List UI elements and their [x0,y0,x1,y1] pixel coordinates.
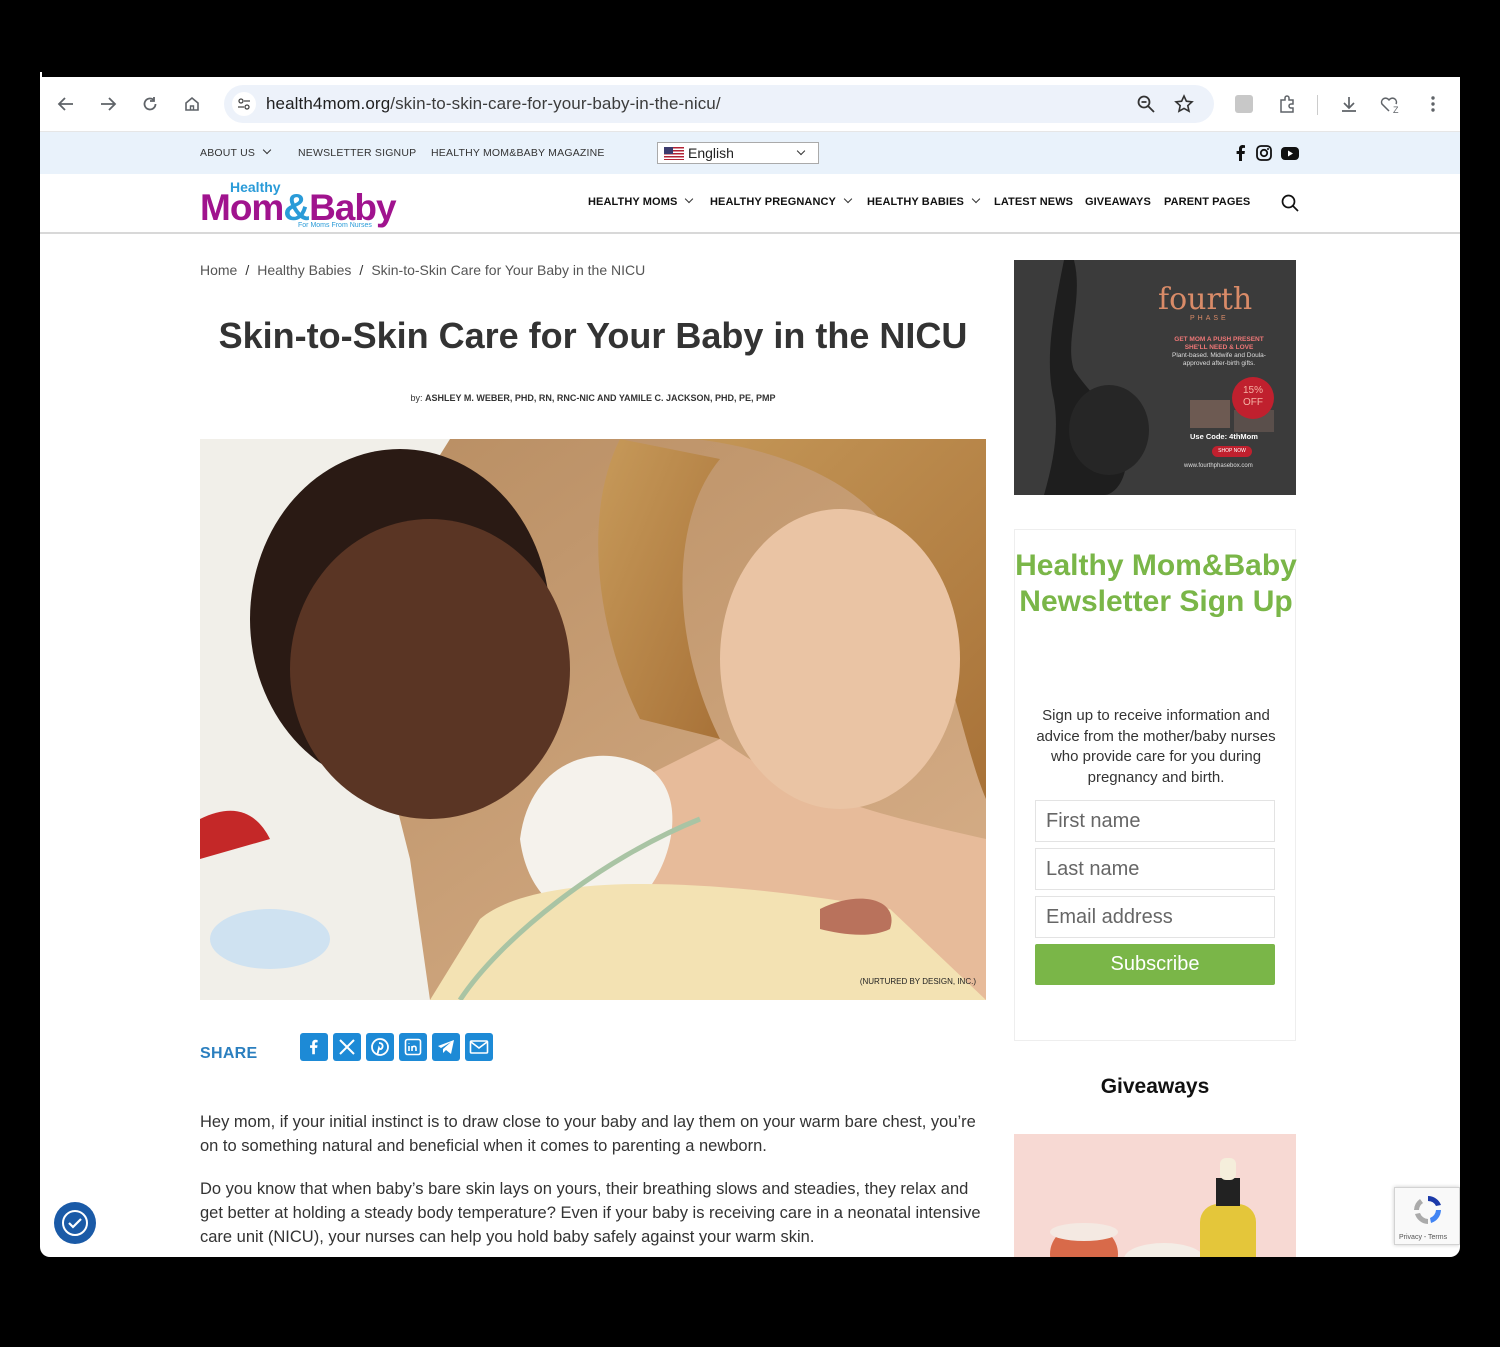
breadcrumb-separator: / [359,262,364,278]
share-linkedin-icon[interactable] [399,1033,427,1061]
article-byline: by: ASHLEY M. WEBER, PHD, RN, RNC-NIC AN… [200,393,986,403]
extension-badge-icon[interactable] [1231,91,1257,117]
first-name-field[interactable]: First name [1035,800,1275,842]
ad-subline: Plant-based. Midwife and Doula-approved … [1172,352,1266,367]
accessibility-button[interactable] [54,1202,96,1244]
browser-menu-icon[interactable] [1420,91,1446,117]
email-field[interactable]: Email address [1035,896,1275,938]
us-flag-icon [664,146,684,160]
article-hero-image: (NURTURED BY DESIGN, INC.) [200,439,986,1000]
download-icon[interactable] [1336,91,1362,117]
share-x-icon[interactable] [333,1033,361,1061]
sidebar-ad-fourth-phase[interactable]: fourth PHASE GET MOM A PUSH PRESENT SHE'… [1014,260,1296,495]
nav-healthy-moms[interactable]: HEALTHY MOMS [588,194,694,208]
logo-mom: Mom [200,187,284,228]
util-about-us-label: ABOUT US [200,147,256,159]
nav-healthy-moms-label: HEALTHY MOMS [588,196,678,208]
nav-healthy-babies-label: HEALTHY BABIES [867,196,964,208]
chevron-down-icon [971,194,981,204]
utility-bar: ABOUT US NEWSLETTER SIGNUP HEALTHY MOM&B… [40,132,1460,174]
util-magazine[interactable]: HEALTHY MOM&BABY MAGAZINE [431,147,605,159]
url-path: /skin-to-skin-care-for-your-baby-in-the-… [390,94,721,113]
recaptcha-icon [1414,1196,1441,1224]
back-icon[interactable] [53,91,79,117]
home-icon[interactable] [179,91,205,117]
extensions-puzzle-icon[interactable] [1274,91,1300,117]
url-host: health4mom.org [266,94,391,113]
chevron-down-icon [685,194,694,204]
accessibility-icon [62,1210,88,1236]
giveaways-heading: Giveaways [1100,1075,1210,1098]
reload-icon[interactable] [137,91,163,117]
breadcrumb: Home / Healthy Babies / Skin-to-Skin Care fo… [200,262,645,278]
forward-icon[interactable] [95,91,121,117]
breadcrumb-home[interactable]: Home [200,262,237,278]
util-newsletter-signup[interactable]: NEWSLETTER SIGNUP [298,147,416,159]
ad-shop-button[interactable]: SHOP NOW [1212,446,1252,457]
chevron-down-icon [843,194,853,204]
language-select[interactable]: English [657,142,819,164]
byline-prefix: by: [410,393,423,403]
giveaway-products-illustration [1014,1134,1296,1257]
health-heart-icon[interactable]: Z [1378,91,1404,117]
facebook-icon[interactable] [1231,143,1251,163]
article-title: Skin-to-Skin Care for Your Baby in the N… [218,315,968,356]
share-pinterest-icon[interactable] [366,1033,394,1061]
breadcrumb-separator: / [245,262,250,278]
language-value: English [688,145,734,161]
ad-code: Use Code: 4thMom [1190,432,1258,441]
subscribe-button[interactable]: Subscribe [1035,944,1275,985]
ad-brand-sub: PHASE [1190,315,1229,322]
share-telegram-icon[interactable] [432,1033,460,1061]
article-paragraph: Do you know that when baby’s bare skin l… [200,1180,981,1246]
youtube-icon[interactable] [1280,143,1300,163]
browser-toolbar: health4mom.org/skin-to-skin-care-for-you… [40,77,1460,132]
breadcrumb-section[interactable]: Healthy Babies [257,262,351,278]
image-credit: (NURTURED BY DESIGN, INC.) [859,977,976,986]
address-bar[interactable]: health4mom.org/skin-to-skin-care-for-you… [224,85,1214,123]
site-header: Healthy Mom&Baby For Moms From Nurses HE… [40,174,1460,234]
newsletter-description: Sign up to receive information and advic… [1036,707,1276,786]
last-name-field[interactable]: Last name [1035,848,1275,890]
logo-tagline: For Moms From Nurses [298,222,372,229]
newsletter-title: Healthy Mom&Baby Newsletter Sign Up [1015,549,1297,618]
giveaway-image[interactable] [1014,1134,1296,1257]
nav-parent-pages[interactable]: PARENT PAGES [1164,196,1250,208]
site-settings-icon[interactable] [232,92,256,116]
ad-discount-badge: 15% OFF [1232,377,1274,419]
recaptcha-links[interactable]: Privacy - Terms [1399,1234,1447,1241]
chevron-down-icon [262,145,272,155]
nav-giveaways[interactable]: GIVEAWAYS [1085,196,1151,208]
nav-latest-news[interactable]: LATEST NEWS [994,196,1073,208]
ad-site: www.fourthphasebox.com [1184,463,1253,469]
chevron-down-icon [796,146,806,156]
breadcrumb-current: Skin-to-Skin Care for Your Baby in the N… [371,262,646,278]
util-about-us[interactable]: ABOUT US [200,145,272,159]
share-facebook-icon[interactable] [300,1033,328,1061]
article-paragraph: Hey mom, if your initial instinct is to … [200,1113,976,1155]
instagram-icon[interactable] [1254,143,1274,163]
site-logo[interactable]: Healthy Mom&Baby For Moms From Nurses [200,179,410,229]
recaptcha-badge[interactable]: Privacy - Terms [1394,1187,1460,1245]
share-label: SHARE [200,1045,258,1062]
share-email-icon[interactable] [465,1033,493,1061]
browser-window: health4mom.org/skin-to-skin-care-for-you… [40,77,1460,1257]
byline-authors[interactable]: ASHLEY M. WEBER, PHD, RN, RNC-NIC AND YA… [425,393,776,403]
hero-photo-illustration [200,439,986,1000]
newsletter-signup-box: Healthy Mom&Baby Newsletter Sign Up Sign… [1014,529,1297,1041]
ad-headline: GET MOM A PUSH PRESENT SHE'LL NEED & LOV… [1174,336,1264,351]
ad-brand: fourth [1158,282,1253,317]
bookmark-star-icon[interactable] [1174,94,1194,114]
nav-healthy-babies[interactable]: HEALTHY BABIES [867,194,981,208]
zoom-icon[interactable] [1136,94,1156,114]
nav-healthy-pregnancy-label: HEALTHY PREGNANCY [710,196,836,208]
toolbar-divider [1317,95,1318,115]
svg-text:Z: Z [1393,105,1399,114]
search-icon[interactable] [1280,193,1300,213]
url-text: health4mom.org/skin-to-skin-care-for-you… [266,94,721,114]
nav-healthy-pregnancy[interactable]: HEALTHY PREGNANCY [710,194,853,208]
